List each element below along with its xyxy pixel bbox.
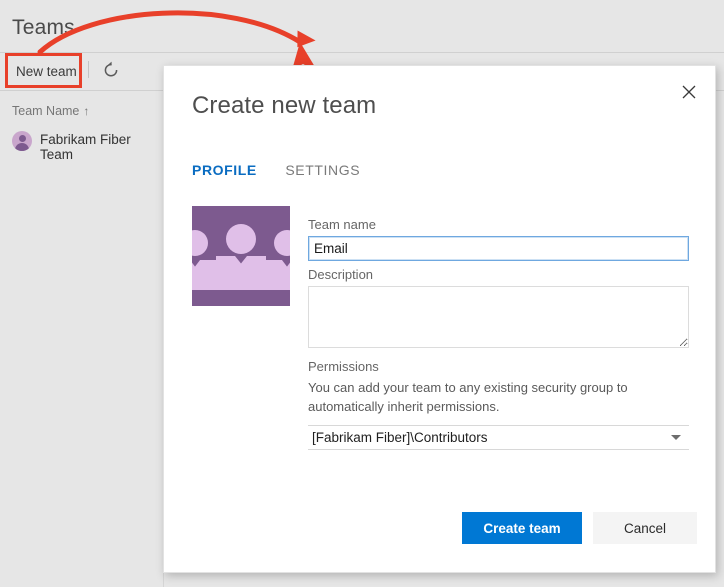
permissions-label: Permissions xyxy=(308,359,379,374)
close-icon[interactable] xyxy=(673,76,705,108)
tab-profile[interactable]: PROFILE xyxy=(192,162,257,182)
description-textarea[interactable] xyxy=(308,286,689,348)
page-title: Teams xyxy=(12,16,75,40)
team-row-name: Fabrikam Fiber Team xyxy=(40,132,164,162)
dialog-tab-strip: PROFILE SETTINGS xyxy=(192,162,384,186)
dialog-title: Create new team xyxy=(192,92,376,120)
column-header-label: Team Name xyxy=(12,104,79,118)
team-name-label: Team name xyxy=(308,217,376,232)
chevron-down-icon xyxy=(671,435,681,440)
table-row[interactable]: Fabrikam Fiber Team xyxy=(0,128,164,154)
permissions-help-text: You can add your team to any existing se… xyxy=(308,378,693,416)
sort-ascending-icon: ↑ xyxy=(83,104,89,118)
refresh-icon[interactable] xyxy=(99,58,123,82)
team-people-image[interactable] xyxy=(192,206,290,306)
permissions-select[interactable]: [Fabrikam Fiber]\Contributors xyxy=(308,425,689,450)
create-new-team-dialog: Create new team PROFILE SETTINGS Team na… xyxy=(163,65,716,573)
team-avatar-icon xyxy=(12,131,32,151)
toolbar-separator xyxy=(88,61,89,78)
description-label: Description xyxy=(308,267,373,282)
team-name-input[interactable] xyxy=(308,236,689,261)
cancel-button[interactable]: Cancel xyxy=(593,512,697,544)
new-team-button[interactable]: New team xyxy=(14,61,79,82)
dialog-footer: Create team Cancel xyxy=(164,486,717,572)
permissions-selected-value: [Fabrikam Fiber]\Contributors xyxy=(312,430,488,445)
create-team-button[interactable]: Create team xyxy=(462,512,582,544)
tab-settings[interactable]: SETTINGS xyxy=(285,162,360,182)
team-name-column-header[interactable]: Team Name ↑ xyxy=(12,104,89,118)
